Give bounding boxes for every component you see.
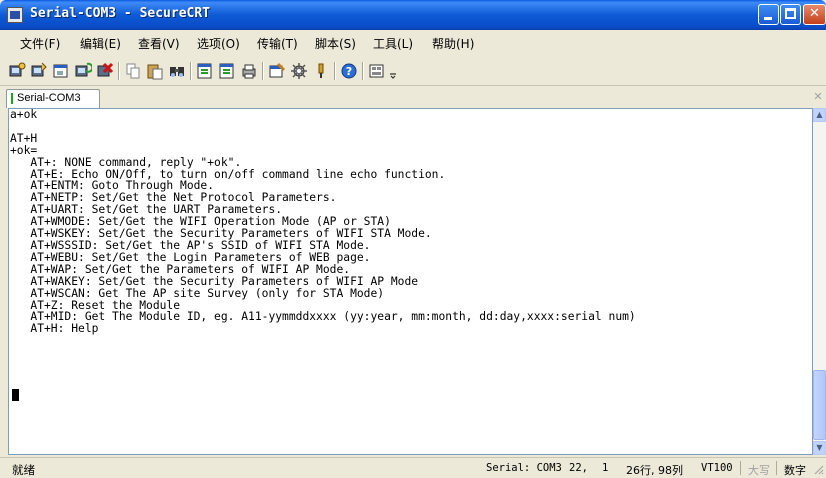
scroll-down-arrow-icon[interactable]: ▼ [813, 441, 826, 455]
terminal-line: AT+MID: Get The Module ID, eg. A11-yymmd… [10, 310, 636, 324]
session-options-icon[interactable] [268, 62, 286, 80]
toolbar-separator [262, 62, 264, 80]
global-options-icon[interactable] [290, 62, 308, 80]
print-selection-icon[interactable] [218, 62, 236, 80]
printer-icon[interactable] [240, 62, 258, 80]
menu-tools[interactable]: 工具(L) [373, 35, 413, 52]
menu-bar: 文件(F) 编辑(E) 查看(V) 选项(O) 传输(T) 脚本(S) 工具(L… [0, 30, 826, 56]
scroll-thumb[interactable] [813, 370, 826, 440]
close-tab-icon[interactable]: ✕ [812, 91, 824, 103]
toolbar-separator [118, 62, 120, 80]
paste-icon[interactable] [146, 62, 164, 80]
toolbar-separator [334, 62, 336, 80]
status-caps: 大写 [748, 464, 770, 477]
connect-icon[interactable] [8, 62, 26, 80]
title-bar[interactable]: Serial-COM3 - SecureCRT ✕ [0, 0, 826, 30]
disconnect-icon[interactable] [96, 62, 114, 80]
print-icon[interactable] [196, 62, 214, 80]
terminal-cursor [12, 389, 19, 401]
terminal-line: a+ok [10, 108, 38, 121]
toolbar-separator [362, 62, 364, 80]
tab-label: Serial-COM3 [17, 92, 81, 104]
status-col: 1 [602, 462, 609, 474]
tab-connected-indicator [11, 93, 13, 104]
maximize-icon [785, 8, 796, 19]
status-connection: Serial: COM3 [486, 462, 562, 474]
quick-connect-icon[interactable] [30, 62, 48, 80]
close-icon: ✕ [809, 6, 820, 21]
help-icon[interactable]: ? [340, 62, 358, 80]
menu-edit[interactable]: 编辑(E) [80, 35, 121, 52]
status-divider [776, 461, 777, 475]
status-emulation: VT100 [701, 462, 733, 474]
toolbar: ? [0, 57, 826, 86]
connect-tab-icon[interactable] [52, 62, 70, 80]
find-icon[interactable] [168, 62, 186, 80]
status-row: 22, [569, 462, 588, 474]
keymap-icon[interactable] [312, 62, 330, 80]
tab-strip: Serial-COM3 ✕ [0, 86, 826, 108]
scroll-up-arrow-icon[interactable]: ▲ [813, 108, 826, 122]
terminal-line: AT+H: Help [10, 322, 99, 336]
copy-icon[interactable] [124, 62, 142, 80]
securecrt-app-icon[interactable] [7, 7, 23, 23]
menu-script[interactable]: 脚本(S) [315, 35, 356, 52]
menu-file[interactable]: 文件(F) [20, 35, 60, 52]
toolbar-separator [190, 62, 192, 80]
maximize-button[interactable] [780, 4, 801, 25]
sftp-icon[interactable] [368, 62, 386, 80]
status-ready: 就绪 [12, 463, 35, 477]
menu-help[interactable]: 帮助(H) [432, 35, 474, 52]
menu-transfer[interactable]: 传输(T) [257, 35, 298, 52]
menu-view[interactable]: 查看(V) [138, 35, 180, 52]
status-num: 数字 [784, 464, 806, 477]
status-bar: 就绪 Serial: COM3 22, 1 26行, 98列 VT100 大写 … [0, 457, 826, 478]
status-divider [740, 461, 741, 475]
status-size: 26行, 98列 [626, 464, 683, 477]
reconnect-icon[interactable] [74, 62, 92, 80]
minimize-icon [764, 17, 772, 20]
window-title: Serial-COM3 - SecureCRT [30, 6, 211, 21]
more-icon[interactable] [388, 62, 398, 80]
menu-options[interactable]: 选项(O) [197, 35, 240, 52]
close-button[interactable]: ✕ [803, 4, 826, 25]
resize-grip-icon[interactable] [812, 463, 824, 475]
tab-serial-com3[interactable]: Serial-COM3 [6, 89, 100, 108]
minimize-button[interactable] [758, 4, 779, 25]
vertical-scrollbar[interactable]: ▲ ▼ [813, 108, 826, 455]
terminal-area[interactable]: a+ok AT+H +ok= AT+: NONE command, reply … [8, 108, 813, 455]
svg-text:?: ? [346, 65, 352, 78]
terminal-output: a+ok AT+H +ok= AT+: NONE command, reply … [10, 109, 636, 335]
